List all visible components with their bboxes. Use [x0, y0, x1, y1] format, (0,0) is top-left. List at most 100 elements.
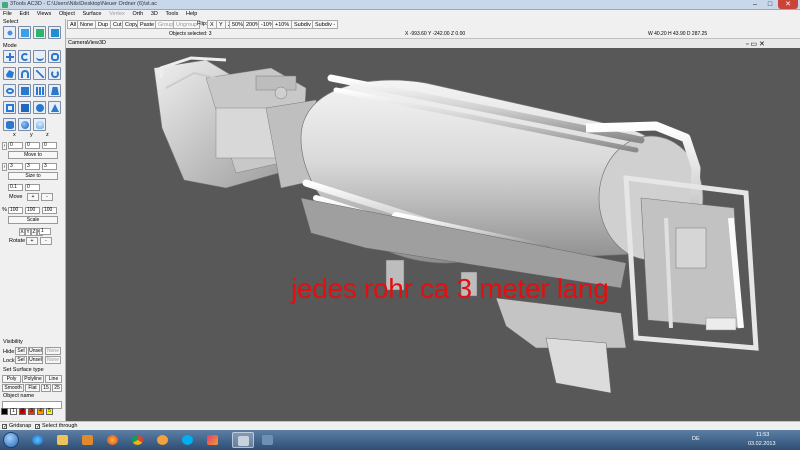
- palette-swatch-1[interactable]: 1: [10, 408, 17, 415]
- hide-none-button[interactable]: None: [45, 347, 61, 355]
- circle-tool-button[interactable]: [3, 84, 16, 97]
- menu-edit[interactable]: Edit: [17, 10, 32, 19]
- size-x-field[interactable]: 3: [8, 163, 23, 170]
- stretch-tool-button[interactable]: [48, 50, 61, 63]
- taskbar-paint[interactable]: [202, 432, 224, 448]
- select-none-button[interactable]: None: [77, 20, 97, 29]
- menu-vertex[interactable]: Vertex: [106, 10, 128, 19]
- scale-x-field[interactable]: 100: [8, 207, 23, 214]
- maximize-button[interactable]: □: [763, 0, 777, 9]
- line-button[interactable]: Line: [45, 375, 62, 383]
- move-x-field[interactable]: 0: [8, 142, 23, 149]
- menu-orth[interactable]: Orth: [129, 10, 146, 19]
- close-button[interactable]: ✕: [778, 0, 798, 9]
- size-z-field[interactable]: 3: [42, 163, 57, 170]
- taskbar-msn[interactable]: [152, 432, 174, 448]
- move-step-field-2[interactable]: 0: [25, 184, 40, 191]
- palette-swatch-2[interactable]: 2: [19, 408, 26, 415]
- truck-tank-model[interactable]: [66, 48, 800, 421]
- menu-3d[interactable]: 3D: [148, 10, 161, 19]
- scale-y-field[interactable]: 100: [25, 207, 40, 214]
- select-object-button[interactable]: [18, 26, 31, 39]
- rotate-angle-field[interactable]: 1: [39, 228, 51, 235]
- subdivide-minus-button[interactable]: Subdiv -: [312, 20, 339, 29]
- taskbar-media-player[interactable]: [77, 432, 99, 448]
- move-step-field[interactable]: 0.1: [8, 184, 23, 191]
- move-z-field[interactable]: 0: [42, 142, 57, 149]
- plane-tool-button[interactable]: [48, 84, 61, 97]
- flat-button[interactable]: Flat: [25, 384, 40, 392]
- move-minus-button[interactable]: -: [41, 193, 53, 201]
- 3d-viewport[interactable]: Camera View 3D ▫ ▭ ✕ jedes rohr ca 3 met…: [66, 39, 800, 421]
- size-expand-button[interactable]: ›: [2, 163, 7, 171]
- move-y-field[interactable]: 0: [25, 142, 40, 149]
- menu-help[interactable]: Help: [183, 10, 200, 19]
- viewport-controls-icon[interactable]: ▫ ▭ ✕: [746, 40, 765, 48]
- mesh-tool-button[interactable]: [33, 84, 46, 97]
- clock-time[interactable]: 11:53: [756, 432, 769, 438]
- hide-unselected-button[interactable]: Unsel: [28, 347, 43, 355]
- select-group-button[interactable]: [48, 26, 61, 39]
- camera-menu[interactable]: Camera: [68, 40, 88, 46]
- cube-tool-button[interactable]: [18, 101, 31, 114]
- size-y-field[interactable]: 3: [25, 163, 40, 170]
- polyline-button[interactable]: Polyline: [22, 375, 44, 383]
- move-expand-button[interactable]: ›: [2, 142, 7, 150]
- taskbar-setup[interactable]: [257, 432, 279, 448]
- crease-25-button[interactable]: 25: [52, 384, 62, 392]
- hide-selected-button[interactable]: Sel: [15, 347, 27, 355]
- taskbar-ie[interactable]: [27, 432, 49, 448]
- 3d-menu[interactable]: 3D: [99, 40, 106, 46]
- duplicate-button[interactable]: Dup: [95, 20, 112, 29]
- bend-tool-button[interactable]: [33, 50, 46, 63]
- scale-z-field[interactable]: 100: [42, 207, 57, 214]
- minimize-button[interactable]: –: [748, 0, 762, 9]
- gridsnap-checkbox[interactable]: ✓: [2, 424, 7, 430]
- lock-none-button[interactable]: None: [45, 356, 61, 364]
- taskbar-skype[interactable]: [177, 432, 199, 448]
- sphere-tool-button[interactable]: [33, 101, 46, 114]
- scale-plus10-button[interactable]: +10%: [272, 20, 293, 29]
- rotate-plus-button[interactable]: +: [26, 237, 38, 245]
- palette-swatch-4[interactable]: 4: [37, 408, 44, 415]
- size-to-button[interactable]: Size to: [8, 172, 58, 180]
- clock-date[interactable]: 03.02.2013: [748, 441, 776, 447]
- taskbar-ac3d[interactable]: [232, 432, 254, 448]
- palette-swatch-black[interactable]: [1, 408, 8, 415]
- menu-surface[interactable]: Surface: [80, 10, 105, 19]
- taskbar-chrome[interactable]: [127, 432, 149, 448]
- taskbar-firefox[interactable]: [102, 432, 124, 448]
- windows-start-button[interactable]: [3, 432, 19, 448]
- polygon-tool-button[interactable]: [3, 67, 16, 80]
- select-surface-button[interactable]: [33, 26, 46, 39]
- cylinder-tool-button[interactable]: [3, 118, 16, 131]
- view-menu[interactable]: View: [87, 40, 99, 46]
- smooth-button[interactable]: Smooth: [2, 384, 24, 392]
- select-through-checkbox[interactable]: ✓: [35, 424, 40, 430]
- curve-tool-button[interactable]: [18, 67, 31, 80]
- rect-tool-button[interactable]: [3, 101, 16, 114]
- taskbar-explorer[interactable]: [52, 432, 74, 448]
- scale-button[interactable]: Scale: [8, 216, 58, 224]
- spline-tool-button[interactable]: [48, 67, 61, 80]
- lock-selected-button[interactable]: Sel: [15, 356, 27, 364]
- menu-file[interactable]: File: [0, 10, 15, 19]
- crease-15-button[interactable]: 15: [41, 384, 51, 392]
- select-vertices-button[interactable]: [3, 26, 16, 39]
- box-tool-button[interactable]: [18, 84, 31, 97]
- menu-object[interactable]: Object: [56, 10, 78, 19]
- move-tool-button[interactable]: [3, 50, 16, 63]
- cone-tool-button[interactable]: [48, 101, 61, 114]
- ball-tool-button[interactable]: [18, 118, 31, 131]
- poly-button[interactable]: Poly: [2, 375, 21, 383]
- line-tool-button[interactable]: [33, 67, 46, 80]
- language-indicator[interactable]: DE: [692, 436, 700, 442]
- palette-swatch-5[interactable]: 5: [46, 408, 53, 415]
- palette-swatch-3[interactable]: 3: [28, 408, 35, 415]
- move-to-button[interactable]: Move to: [8, 151, 58, 159]
- rotate-minus-button[interactable]: -: [40, 237, 52, 245]
- move-plus-button[interactable]: +: [27, 193, 39, 201]
- light-tool-button[interactable]: [33, 118, 46, 131]
- menu-tools[interactable]: Tools: [163, 10, 182, 19]
- lock-unselected-button[interactable]: Unsel: [28, 356, 43, 364]
